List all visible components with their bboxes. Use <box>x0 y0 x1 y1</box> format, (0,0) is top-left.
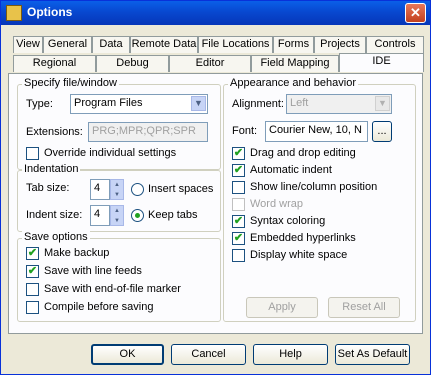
title-bar[interactable]: Options ✕ <box>1 1 430 25</box>
save-options-group: Save options ✔ Make backup ✔ Save with l… <box>17 231 221 322</box>
type-label: Type: <box>26 98 53 110</box>
save-line-feeds-label: Save with line feeds <box>44 265 142 277</box>
tab-file-locations[interactable]: File Locations <box>198 36 273 53</box>
show-line-column-label: Show line/column position <box>250 181 378 193</box>
window-title: Options <box>27 5 73 19</box>
tab-ide[interactable]: IDE <box>339 53 424 72</box>
embedded-hyperlinks-checkbox[interactable]: ✔ <box>232 232 245 245</box>
spin-down-icon[interactable]: ▼ <box>111 190 123 200</box>
tab-data[interactable]: Data <box>92 36 130 53</box>
make-backup-checkbox[interactable]: ✔ <box>26 247 39 260</box>
automatic-indent-label: Automatic indent <box>250 164 332 176</box>
options-app-icon <box>6 5 22 21</box>
close-button[interactable]: ✕ <box>405 3 426 23</box>
syntax-coloring-label: Syntax coloring <box>250 215 326 227</box>
indent-size-field[interactable]: 4 <box>90 205 110 226</box>
tab-editor[interactable]: Editor <box>169 55 251 72</box>
word-wrap-checkbox[interactable] <box>232 198 245 211</box>
tab-debug[interactable]: Debug <box>96 55 169 72</box>
keep-tabs-radio[interactable] <box>131 209 144 222</box>
ok-button[interactable]: OK <box>91 344 164 365</box>
compile-before-saving-checkbox[interactable] <box>26 301 39 314</box>
alignment-dropdown[interactable]: Left ▼ <box>286 94 392 114</box>
override-checkbox[interactable] <box>26 147 39 160</box>
save-eof-marker-label: Save with end-of-file marker <box>44 283 181 295</box>
insert-spaces-radio[interactable] <box>131 183 144 196</box>
set-as-default-button[interactable]: Set As Default <box>335 344 410 365</box>
indent-size-spinner[interactable]: ▲ ▼ <box>110 205 124 226</box>
tab-size-spinner[interactable]: ▲ ▼ <box>110 179 124 200</box>
tab-controls[interactable]: Controls <box>366 36 424 53</box>
drag-drop-label: Drag and drop editing <box>250 147 356 159</box>
ide-tab-panel: Specify file/window Type: Program Files … <box>8 73 423 334</box>
cancel-button[interactable]: Cancel <box>171 344 246 365</box>
reset-all-button[interactable]: Reset All <box>328 297 400 318</box>
tab-general[interactable]: General <box>43 36 92 53</box>
alignment-value: Left <box>290 97 309 109</box>
alignment-label: Alignment: <box>232 98 284 110</box>
spin-up-icon[interactable]: ▲ <box>111 206 123 216</box>
indentation-group: Indentation Tab size: 4 ▲ ▼ Insert space… <box>17 163 221 232</box>
chevron-down-icon[interactable]: ▼ <box>375 96 390 111</box>
display-white-space-label: Display white space <box>250 249 348 261</box>
indent-size-label: Indent size: <box>26 209 83 221</box>
tab-size-field[interactable]: 4 <box>90 179 110 200</box>
spin-up-icon[interactable]: ▲ <box>111 180 123 190</box>
tab-forms[interactable]: Forms <box>273 36 314 53</box>
extensions-field[interactable]: PRG;MPR;QPR;SPR <box>88 122 208 142</box>
group-label: Save options <box>22 231 90 243</box>
extensions-label: Extensions: <box>26 126 83 138</box>
type-dropdown[interactable]: Program Files ▼ <box>70 94 208 114</box>
group-label: Indentation <box>22 163 81 175</box>
tab-size-label: Tab size: <box>26 182 70 194</box>
tab-remote-data[interactable]: Remote Data <box>130 36 198 53</box>
type-value: Program Files <box>74 97 143 109</box>
specify-file-window-group: Specify file/window Type: Program Files … <box>17 77 221 170</box>
options-dialog: Options ✕ View General Data Remote Data … <box>0 0 431 375</box>
override-label: Override individual settings <box>44 147 177 159</box>
help-button[interactable]: Help <box>253 344 328 365</box>
save-eof-marker-checkbox[interactable] <box>26 283 39 296</box>
font-picker-button[interactable]: ... <box>372 121 392 142</box>
compile-before-saving-label: Compile before saving <box>44 301 154 313</box>
keep-tabs-label: Keep tabs <box>148 209 198 221</box>
drag-drop-checkbox[interactable]: ✔ <box>232 147 245 160</box>
group-label: Appearance and behavior <box>228 77 358 89</box>
font-field[interactable]: Courier New, 10, N <box>265 121 368 142</box>
display-white-space-checkbox[interactable] <box>232 249 245 262</box>
spin-down-icon[interactable]: ▼ <box>111 216 123 226</box>
embedded-hyperlinks-label: Embedded hyperlinks <box>250 232 356 244</box>
word-wrap-label: Word wrap <box>250 198 303 210</box>
tab-view[interactable]: View <box>13 36 43 53</box>
tab-projects[interactable]: Projects <box>314 36 366 53</box>
show-line-column-checkbox[interactable] <box>232 181 245 194</box>
insert-spaces-label: Insert spaces <box>148 183 214 195</box>
chevron-down-icon[interactable]: ▼ <box>191 96 206 111</box>
tab-field-mapping[interactable]: Field Mapping <box>251 55 339 72</box>
tab-regional[interactable]: Regional <box>13 55 96 72</box>
syntax-coloring-checkbox[interactable]: ✔ <box>232 215 245 228</box>
appearance-behavior-group: Appearance and behavior Alignment: Left … <box>223 77 416 322</box>
save-line-feeds-checkbox[interactable]: ✔ <box>26 265 39 278</box>
make-backup-label: Make backup <box>44 247 110 259</box>
group-label: Specify file/window <box>22 77 119 89</box>
apply-button[interactable]: Apply <box>246 297 318 318</box>
font-label: Font: <box>232 125 258 137</box>
automatic-indent-checkbox[interactable]: ✔ <box>232 164 245 177</box>
